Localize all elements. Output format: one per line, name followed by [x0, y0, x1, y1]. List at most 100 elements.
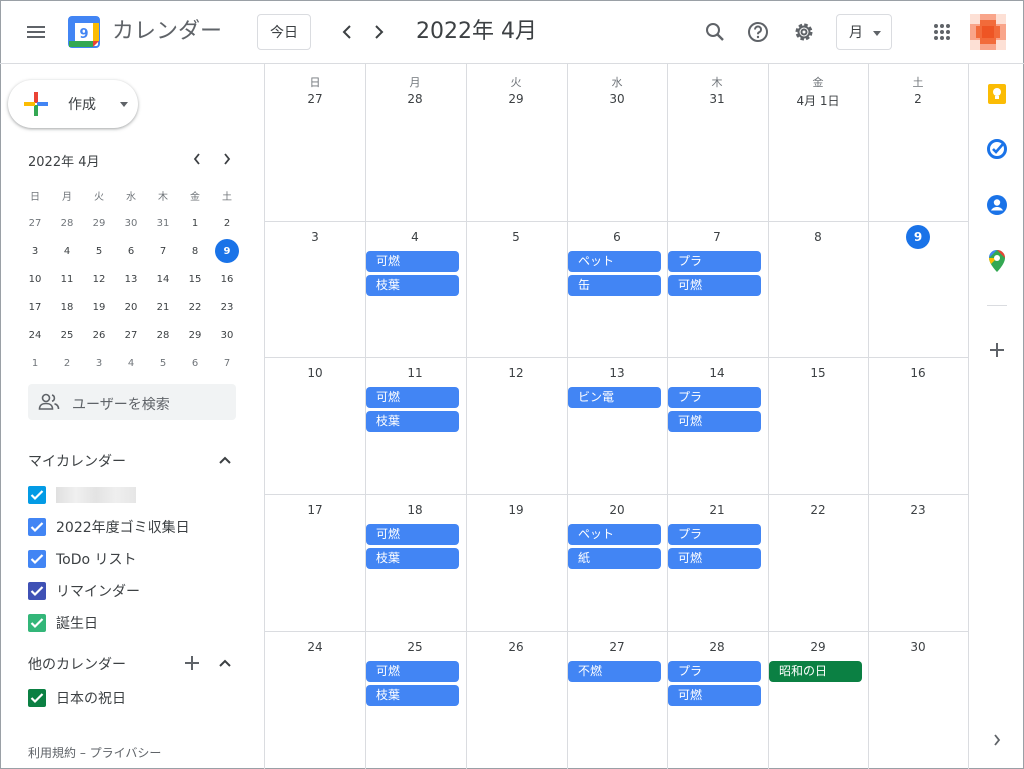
day-number[interactable]: 8: [768, 230, 868, 244]
mini-day[interactable]: 30: [115, 209, 147, 237]
day-number[interactable]: 7: [667, 230, 767, 244]
day-number[interactable]: 29: [466, 92, 566, 106]
other-calendars-heading[interactable]: 他のカレンダー: [28, 654, 126, 674]
checkbox-checked-icon[interactable]: [28, 486, 46, 504]
mini-day[interactable]: 28: [51, 209, 83, 237]
mini-day[interactable]: 27: [19, 209, 51, 237]
mini-day[interactable]: 10: [19, 265, 51, 293]
mini-day[interactable]: 19: [83, 293, 115, 321]
calendar-event-chip[interactable]: 昭和の日: [769, 661, 862, 682]
mini-day[interactable]: 29: [179, 321, 211, 349]
day-number[interactable]: 26: [466, 640, 566, 654]
mini-day[interactable]: 17: [19, 293, 51, 321]
day-number[interactable]: 11: [365, 366, 465, 380]
calendar-event-chip[interactable]: プラ: [668, 387, 761, 408]
mini-day[interactable]: 16: [211, 265, 243, 293]
calendar-event-chip[interactable]: 可燃: [366, 524, 459, 545]
day-number[interactable]: 27: [265, 92, 365, 106]
checkbox-checked-icon[interactable]: [28, 550, 46, 568]
day-number[interactable]: 13: [567, 366, 667, 380]
mini-day[interactable]: 5: [83, 237, 115, 265]
create-button[interactable]: 作成: [8, 80, 138, 128]
mini-day[interactable]: 27: [115, 321, 147, 349]
mini-day[interactable]: 14: [147, 265, 179, 293]
calendar-event-chip[interactable]: 枝葉: [366, 411, 459, 432]
calendar-event-chip[interactable]: 紙: [568, 548, 661, 569]
tasks-icon[interactable]: [985, 137, 1009, 161]
mini-day[interactable]: 15: [179, 265, 211, 293]
mini-day[interactable]: 3: [19, 237, 51, 265]
day-number[interactable]: 30: [567, 92, 667, 106]
day-number[interactable]: 22: [768, 503, 868, 517]
mini-day[interactable]: 4: [115, 349, 147, 377]
mini-day[interactable]: 2: [51, 349, 83, 377]
apps-grid-icon[interactable]: [922, 12, 962, 52]
add-calendar-icon[interactable]: [182, 653, 202, 673]
mini-day[interactable]: 22: [179, 293, 211, 321]
settings-gear-icon[interactable]: [784, 12, 824, 52]
day-number[interactable]: 19: [466, 503, 566, 517]
mini-day[interactable]: 2: [211, 209, 243, 237]
calendar-event-chip[interactable]: プラ: [668, 251, 761, 272]
calendar-event-chip[interactable]: 可燃: [366, 387, 459, 408]
day-number[interactable]: 31: [667, 92, 767, 106]
day-number[interactable]: 28: [365, 92, 465, 106]
mini-day[interactable]: 8: [179, 237, 211, 265]
calendar-list-item[interactable]: ToDo リスト: [28, 547, 137, 571]
add-addon-icon[interactable]: [985, 338, 1009, 362]
search-icon[interactable]: [695, 12, 735, 52]
calendar-event-chip[interactable]: 枝葉: [366, 685, 459, 706]
mini-day[interactable]: 18: [51, 293, 83, 321]
mini-day-today[interactable]: 9: [211, 237, 243, 265]
chevron-up-icon[interactable]: [215, 653, 235, 673]
checkbox-checked-icon[interactable]: [28, 518, 46, 536]
mini-day[interactable]: 31: [147, 209, 179, 237]
mini-day[interactable]: 7: [211, 349, 243, 377]
calendar-event-chip[interactable]: ビン電: [568, 387, 661, 408]
day-number[interactable]: 2: [868, 92, 968, 106]
mini-day[interactable]: 20: [115, 293, 147, 321]
day-number[interactable]: 23: [868, 503, 968, 517]
mini-day[interactable]: 11: [51, 265, 83, 293]
day-number[interactable]: 21: [667, 503, 767, 517]
next-month-button[interactable]: [363, 16, 395, 48]
day-number[interactable]: 10: [265, 366, 365, 380]
main-menu-icon[interactable]: [16, 12, 56, 52]
calendar-event-chip[interactable]: 不燃: [568, 661, 661, 682]
calendar-event-chip[interactable]: 可燃: [366, 661, 459, 682]
mini-day[interactable]: 25: [51, 321, 83, 349]
day-number[interactable]: 4: [365, 230, 465, 244]
day-number[interactable]: 25: [365, 640, 465, 654]
calendar-list-item[interactable]: 2022年度ゴミ収集日: [28, 515, 190, 539]
terms-privacy-link[interactable]: 利用規約 – プライバシー: [28, 744, 161, 761]
mini-day[interactable]: 1: [179, 209, 211, 237]
day-number-today[interactable]: 9: [868, 225, 968, 249]
day-number[interactable]: 27: [567, 640, 667, 654]
day-number[interactable]: 3: [265, 230, 365, 244]
expand-panel-icon[interactable]: [985, 728, 1009, 752]
day-number[interactable]: 12: [466, 366, 566, 380]
mini-day[interactable]: 24: [19, 321, 51, 349]
day-number[interactable]: 24: [265, 640, 365, 654]
calendar-event-chip[interactable]: ペット: [568, 251, 661, 272]
mini-day[interactable]: 21: [147, 293, 179, 321]
day-number[interactable]: 16: [868, 366, 968, 380]
calendar-event-chip[interactable]: 可燃: [668, 548, 761, 569]
day-number[interactable]: 20: [567, 503, 667, 517]
calendar-event-chip[interactable]: プラ: [668, 661, 761, 682]
calendar-event-chip[interactable]: ペット: [568, 524, 661, 545]
mini-day[interactable]: 6: [179, 349, 211, 377]
help-icon[interactable]: [738, 12, 778, 52]
checkbox-checked-icon[interactable]: [28, 582, 46, 600]
day-number[interactable]: 30: [868, 640, 968, 654]
calendar-event-chip[interactable]: 枝葉: [366, 275, 459, 296]
my-calendars-heading[interactable]: マイカレンダー: [28, 451, 126, 471]
calendar-event-chip[interactable]: 缶: [568, 275, 661, 296]
calendar-list-item[interactable]: [28, 483, 136, 507]
mini-day[interactable]: 1: [19, 349, 51, 377]
prev-month-button[interactable]: [331, 16, 363, 48]
calendar-event-chip[interactable]: 可燃: [366, 251, 459, 272]
calendar-event-chip[interactable]: 枝葉: [366, 548, 459, 569]
mini-day[interactable]: 6: [115, 237, 147, 265]
mini-day[interactable]: 13: [115, 265, 147, 293]
